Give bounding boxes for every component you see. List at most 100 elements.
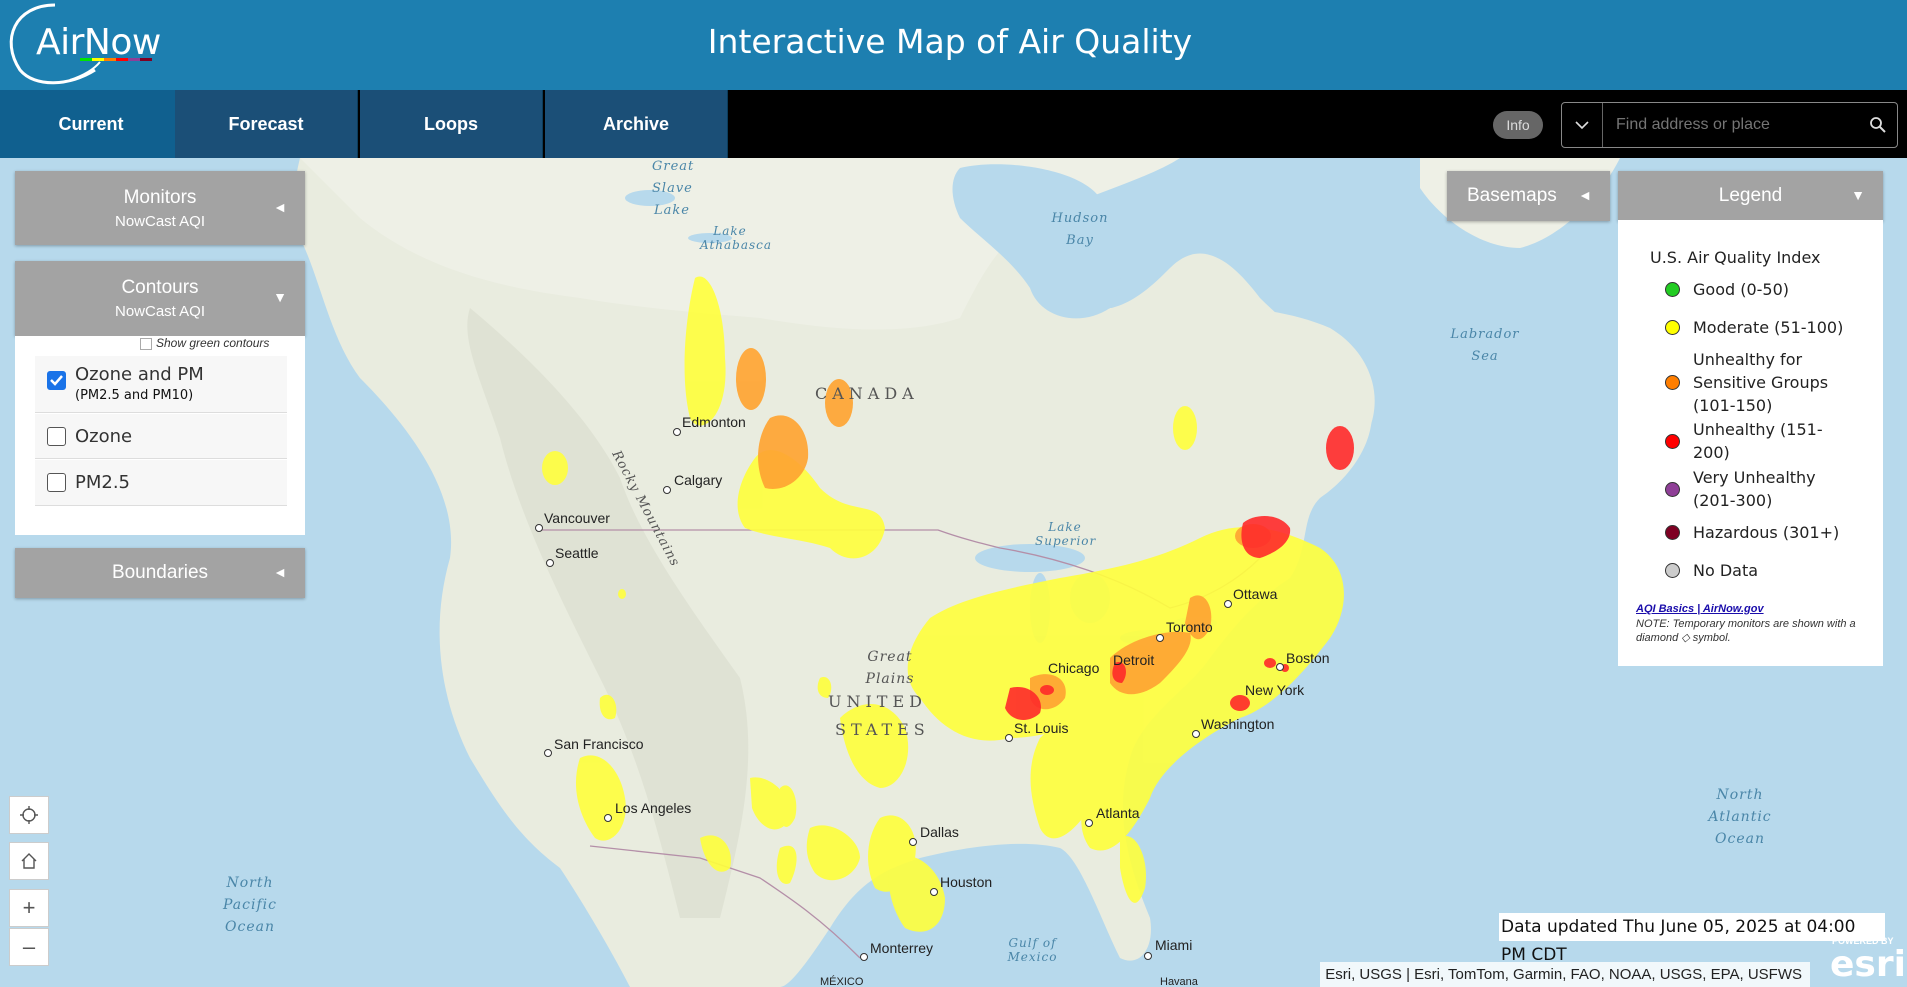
city-chicago: Chicago [1048, 660, 1100, 676]
city-washington: Washington [1201, 716, 1275, 732]
label-gulf-of-mexico: Gulf of Mexico [1007, 936, 1058, 964]
city-st-louis: St. Louis [1014, 720, 1069, 736]
layer-ozone[interactable]: Ozone [35, 414, 287, 459]
contours-title: Contours [121, 277, 199, 298]
city-dallas: Dallas [920, 824, 959, 840]
legend-dot-good [1665, 282, 1680, 297]
crosshair-icon [20, 806, 38, 824]
expand-arrow-icon: ▼ [1851, 187, 1865, 203]
boundaries-panel-header[interactable]: Boundaries ◄ [15, 548, 305, 598]
city-san-francisco: San Francisco [554, 736, 644, 752]
city-boston: Boston [1286, 650, 1330, 666]
show-green-checkbox[interactable] [140, 338, 152, 350]
pm25-label: PM2.5 [75, 472, 131, 493]
legend-note: NOTE: Temporary monitors are shown with … [1636, 618, 1856, 644]
tab-current[interactable]: Current [0, 90, 183, 158]
layer-ozone-and-pm[interactable]: Ozone and PM (PM2.5 and PM10) [35, 356, 287, 413]
map-attribution: Esri, USGS | Esri, TomTom, Garmin, FAO, … [1320, 962, 1810, 987]
city-dot-seattle [546, 559, 554, 567]
basemaps-panel-header[interactable]: Basemaps ◄ [1447, 171, 1610, 221]
city-dot-los-angeles [604, 814, 612, 822]
city-havana: Havana [1160, 976, 1198, 987]
legend-unhealthy: Unhealthy (151-200) [1693, 420, 1823, 462]
city-ottawa: Ottawa [1233, 586, 1278, 602]
city-edmonton: Edmonton [682, 414, 746, 430]
city-dot-monterrey [860, 953, 868, 961]
city-dot-ottawa [1224, 600, 1232, 608]
city-dot-miami [1144, 952, 1152, 960]
legend-panel-body: U.S. Air Quality Index Good (0-50) Moder… [1618, 220, 1883, 666]
city-seattle: Seattle [555, 545, 599, 561]
city-mexico: MÉXICO [820, 976, 864, 987]
legend-title: Legend [1718, 185, 1783, 206]
tab-loops[interactable]: Loops [360, 90, 543, 158]
zoom-in-button[interactable]: + [9, 889, 49, 927]
contours-panel-header[interactable]: Contours NowCast AQI ▼ [15, 261, 305, 336]
legend-dot-unhealthy [1665, 434, 1680, 449]
label-lake-superior: Lake Superior [1035, 520, 1097, 548]
tab-forecast[interactable]: Forecast [175, 90, 358, 158]
legend-hazardous: Hazardous (301+) [1693, 523, 1840, 542]
page-title: Interactive Map of Air Quality [707, 22, 1193, 61]
label-north-pacific: North Pacific Ocean [223, 875, 277, 935]
legend-dot-hazardous [1665, 525, 1680, 540]
city-vancouver: Vancouver [544, 510, 610, 526]
locate-button[interactable] [9, 796, 49, 834]
info-button[interactable]: Info [1493, 111, 1543, 139]
home-button[interactable] [9, 842, 49, 880]
legend-usg: Unhealthy for Sensitive Groups (101-150) [1693, 350, 1829, 415]
pm25-checkbox[interactable] [47, 473, 66, 492]
legend-very-unhealthy: Very Unhealthy (201-300) [1693, 468, 1816, 510]
search-source-dropdown[interactable] [1562, 103, 1603, 147]
city-miami: Miami [1155, 937, 1193, 953]
city-dot-houston [930, 888, 938, 896]
city-monterrey: Monterrey [870, 940, 934, 956]
search-input[interactable] [1614, 115, 1854, 135]
monitors-subtitle: NowCast AQI [114, 213, 206, 230]
ozone-pm-sublabel: (PM2.5 and PM10) [75, 388, 194, 403]
label-lake-athabasca: Lake Athabasca [700, 224, 773, 252]
show-green-label: Show green contours [156, 336, 270, 350]
city-dot-atlanta [1085, 819, 1093, 827]
legend-panel-header[interactable]: Legend ▼ [1618, 171, 1883, 221]
label-canada: CANADA [815, 384, 919, 403]
label-states: STATES [835, 720, 930, 739]
legend-heading: U.S. Air Quality Index [1650, 248, 1821, 267]
legend-dot-no-data [1665, 563, 1680, 578]
city-dot-dallas [909, 838, 917, 846]
city-detroit: Detroit [1113, 652, 1155, 668]
city-dot-edmonton [673, 428, 681, 436]
city-dot-boston [1276, 663, 1284, 671]
city-new-york: New York [1245, 682, 1305, 698]
expand-arrow-icon: ▼ [273, 289, 287, 305]
zoom-out-button[interactable]: – [9, 928, 49, 966]
collapse-arrow-icon: ◄ [273, 199, 287, 215]
search-icon[interactable] [1869, 116, 1887, 134]
aqi-basics-link[interactable]: AQI Basics | AirNow.gov [1636, 603, 1764, 615]
city-dot-vancouver [535, 524, 543, 532]
monitors-panel-header[interactable]: Monitors NowCast AQI ◄ [15, 171, 305, 245]
city-toronto: Toronto [1166, 619, 1213, 635]
city-atlanta: Atlanta [1096, 805, 1140, 821]
esri-logo: POWERED BY esri [1820, 934, 1906, 987]
ozone-checkbox[interactable] [47, 427, 66, 446]
esri-logo-text: esri [1830, 944, 1906, 985]
city-houston: Houston [940, 874, 993, 890]
city-los-angeles: Los Angeles [615, 800, 692, 816]
ozone-pm-checkbox[interactable] [47, 371, 66, 390]
layer-pm25[interactable]: PM2.5 [35, 460, 287, 506]
contours-subtitle: NowCast AQI [114, 303, 206, 320]
label-united: UNITED [828, 692, 927, 711]
header: AirNow Interactive Map of Air Quality [0, 0, 1907, 90]
monitors-title: Monitors [123, 187, 197, 208]
city-dot-toronto [1156, 634, 1164, 642]
tab-archive[interactable]: Archive [545, 90, 728, 158]
label-great-plains: Great Plains [865, 649, 915, 687]
legend-good: Good (0-50) [1693, 280, 1790, 299]
label-labrador-sea: Labrador Sea [1450, 327, 1520, 364]
label-hudson-bay: Hudson Bay [1051, 211, 1109, 248]
legend-dot-moderate [1665, 320, 1680, 335]
legend-dot-very-unhealthy [1665, 482, 1680, 497]
contours-panel-body: Show green contours Ozone and PM (PM2.5 … [15, 336, 305, 535]
legend-moderate: Moderate (51-100) [1693, 318, 1844, 337]
